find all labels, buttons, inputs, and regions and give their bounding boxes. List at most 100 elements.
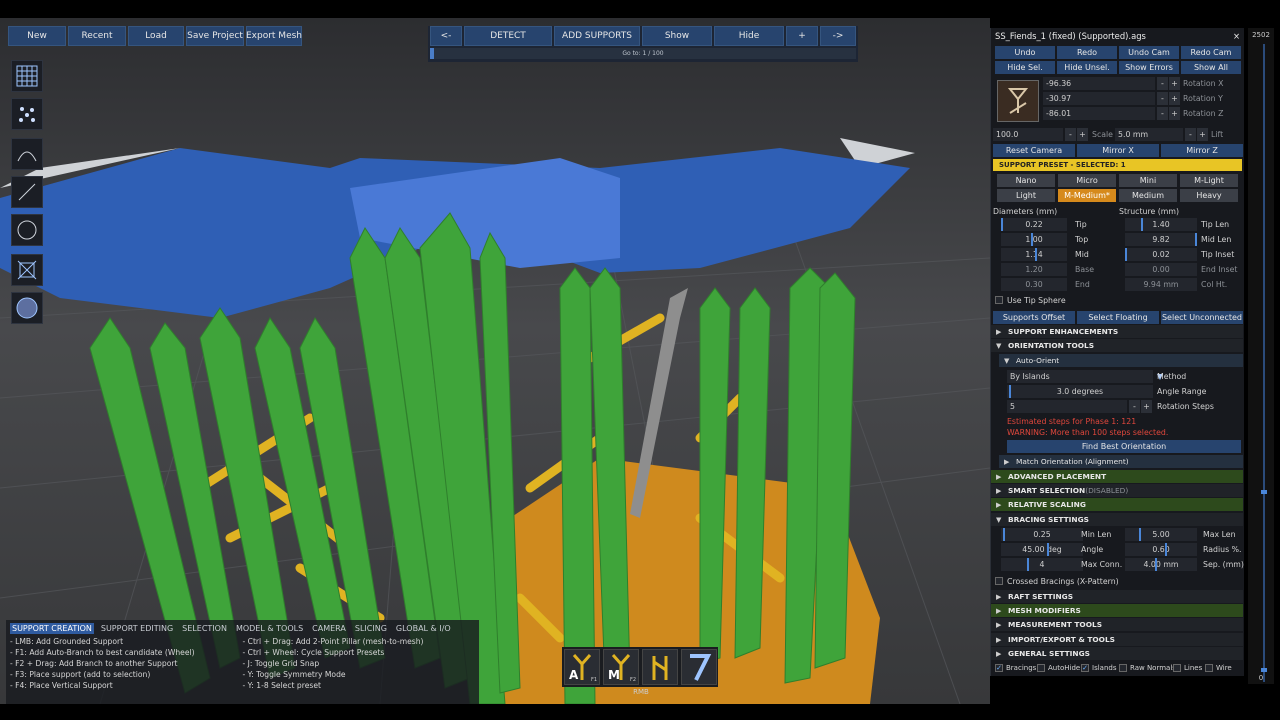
points-tool-icon[interactable] — [11, 98, 43, 130]
bracing-settings-section[interactable]: ▼ BRACING SETTINGS — [991, 513, 1243, 526]
rotation-x-field[interactable]: -96.36 — [1043, 77, 1155, 90]
mid-len-field[interactable]: 9.82 — [1125, 233, 1197, 246]
base-field[interactable]: 1.20 — [1001, 263, 1067, 276]
show-all-button[interactable]: Show All — [1181, 61, 1241, 74]
tab-global-io[interactable]: GLOBAL & I/O — [394, 623, 453, 634]
line-tool-icon[interactable] — [11, 176, 43, 208]
raft-settings-section[interactable]: ▶ RAFT SETTINGS — [991, 590, 1243, 603]
col-ht-field[interactable]: 9.94 mm — [1125, 278, 1197, 291]
undo-button[interactable]: Undo — [995, 46, 1055, 59]
auto-orient-section[interactable]: ▼ Auto-Orient — [999, 354, 1243, 367]
tab-selection[interactable]: SELECTION — [180, 623, 229, 634]
bracings-checkbox[interactable]: ✓ — [995, 664, 1003, 672]
import-export-section[interactable]: ▶ IMPORT/EXPORT & TOOLS — [991, 633, 1243, 646]
mid-field[interactable]: 1.14 — [1001, 248, 1067, 261]
rotation-steps-field[interactable]: 5 — [1007, 400, 1127, 413]
islands-checkbox[interactable]: ✓ — [1081, 664, 1089, 672]
mirror-x-button[interactable]: Mirror X — [1077, 144, 1159, 157]
layer-slider[interactable]: 2502 0 — [1248, 28, 1274, 684]
raw-normals-checkbox[interactable] — [1119, 664, 1127, 672]
preset-light[interactable]: Light — [997, 189, 1055, 202]
recent-button[interactable]: Recent — [68, 26, 126, 46]
plus-button[interactable]: + — [786, 26, 818, 46]
max-len-field[interactable]: 5.00 — [1125, 528, 1197, 541]
match-orientation-section[interactable]: ▶ Match Orientation (Alignment) — [999, 455, 1243, 468]
undo-cam-button[interactable]: Undo Cam — [1119, 46, 1179, 59]
hide-button[interactable]: Hide — [714, 26, 784, 46]
export-mesh-button[interactable]: Export Mesh — [246, 26, 302, 46]
angle-range-field[interactable]: 3.0 degrees — [1007, 385, 1153, 398]
close-icon[interactable]: × — [1233, 31, 1240, 41]
detect-button[interactable]: DETECT — [464, 26, 552, 46]
scale-plus[interactable]: + — [1077, 128, 1088, 141]
rot-x-minus[interactable]: - — [1157, 77, 1168, 90]
advanced-placement-section[interactable]: ▶ ADVANCED PLACEMENT — [991, 470, 1243, 483]
grid-tool-icon[interactable] — [11, 60, 43, 92]
auto-branch-icon[interactable]: A F1 — [564, 649, 600, 685]
preset-nano[interactable]: Nano — [997, 174, 1055, 187]
select-floating-button[interactable]: Select Floating — [1077, 311, 1159, 324]
tab-model-tools[interactable]: MODEL & TOOLS — [234, 623, 305, 634]
slider-track[interactable] — [1263, 44, 1265, 682]
measurement-tools-section[interactable]: ▶ MEASUREMENT TOOLS — [991, 618, 1243, 631]
angle-field[interactable]: 45.00 deg — [1001, 543, 1083, 556]
preset-m-light[interactable]: M-Light — [1180, 174, 1238, 187]
slider-thumb[interactable] — [1261, 490, 1267, 494]
pillar-icon[interactable] — [642, 649, 678, 685]
relative-scaling-section[interactable]: ▶ RELATIVE SCALING — [991, 498, 1243, 511]
redo-cam-button[interactable]: Redo Cam — [1181, 46, 1241, 59]
add-supports-button[interactable]: ADD SUPPORTS — [554, 26, 640, 46]
tab-camera[interactable]: CAMERA — [310, 623, 348, 634]
min-len-field[interactable]: 0.25 — [1001, 528, 1083, 541]
mirror-z-button[interactable]: Mirror Z — [1161, 144, 1243, 157]
reset-camera-button[interactable]: Reset Camera — [993, 144, 1075, 157]
rot-z-plus[interactable]: + — [1169, 107, 1180, 120]
preset-micro[interactable]: Micro — [1058, 174, 1116, 187]
new-button[interactable]: New — [8, 26, 66, 46]
manual-branch-icon[interactable]: M F2 — [603, 649, 639, 685]
tip-field[interactable]: 0.22 — [1001, 218, 1067, 231]
show-errors-button[interactable]: Show Errors — [1119, 61, 1179, 74]
steps-plus[interactable]: + — [1141, 400, 1152, 413]
tip-len-field[interactable]: 1.40 — [1125, 218, 1197, 231]
orientation-tools-section[interactable]: ▼ ORIENTATION TOOLS — [991, 339, 1243, 352]
save-project-button[interactable]: Save Project — [186, 26, 244, 46]
hide-unsel-button[interactable]: Hide Unsel. — [1057, 61, 1117, 74]
radius-field[interactable]: 0.60 — [1125, 543, 1197, 556]
use-tip-sphere-checkbox[interactable] — [995, 296, 1003, 304]
show-button[interactable]: Show — [642, 26, 712, 46]
3d-viewport[interactable] — [0, 18, 990, 704]
lift-minus[interactable]: - — [1185, 128, 1196, 141]
rot-z-minus[interactable]: - — [1157, 107, 1168, 120]
rotation-z-field[interactable]: -86.01 — [1043, 107, 1155, 120]
slider-thumb-lower[interactable] — [1261, 668, 1267, 672]
separation-field[interactable]: 4.00 mm — [1125, 558, 1197, 571]
redo-button[interactable]: Redo — [1057, 46, 1117, 59]
method-select[interactable]: By Islands ▼ — [1007, 370, 1163, 383]
rot-y-plus[interactable]: + — [1169, 92, 1180, 105]
top-field[interactable]: 1.00 — [1001, 233, 1067, 246]
scale-minus[interactable]: - — [1065, 128, 1076, 141]
end-inset-field[interactable]: 0.00 — [1125, 263, 1197, 276]
preset-mini[interactable]: Mini — [1119, 174, 1177, 187]
rot-y-minus[interactable]: - — [1157, 92, 1168, 105]
next-button[interactable]: -> — [820, 26, 856, 46]
tab-support-creation[interactable]: SUPPORT CREATION — [10, 623, 94, 634]
lift-field[interactable]: 5.0 mm — [1115, 128, 1183, 141]
mesh-modifiers-section[interactable]: ▶ MESH MODIFIERS — [991, 604, 1243, 617]
supports-offset-button[interactable]: Supports Offset — [993, 311, 1075, 324]
scale-percent-field[interactable]: 100.0 — [993, 128, 1063, 141]
prev-button[interactable]: <- — [430, 26, 462, 46]
preset-heavy[interactable]: Heavy — [1180, 189, 1238, 202]
crossed-bracings-checkbox[interactable] — [995, 577, 1003, 585]
hide-sel-button[interactable]: Hide Sel. — [995, 61, 1055, 74]
arc-tool-icon[interactable] — [11, 138, 43, 170]
mesh-tool-icon[interactable] — [11, 254, 43, 286]
lift-plus[interactable]: + — [1197, 128, 1208, 141]
steps-minus[interactable]: - — [1129, 400, 1140, 413]
wire-checkbox[interactable] — [1205, 664, 1213, 672]
find-best-orientation-button[interactable]: Find Best Orientation — [1007, 440, 1241, 453]
lines-checkbox[interactable] — [1173, 664, 1181, 672]
preset-medium[interactable]: Medium — [1119, 189, 1177, 202]
sphere-tool-icon[interactable] — [11, 292, 43, 324]
